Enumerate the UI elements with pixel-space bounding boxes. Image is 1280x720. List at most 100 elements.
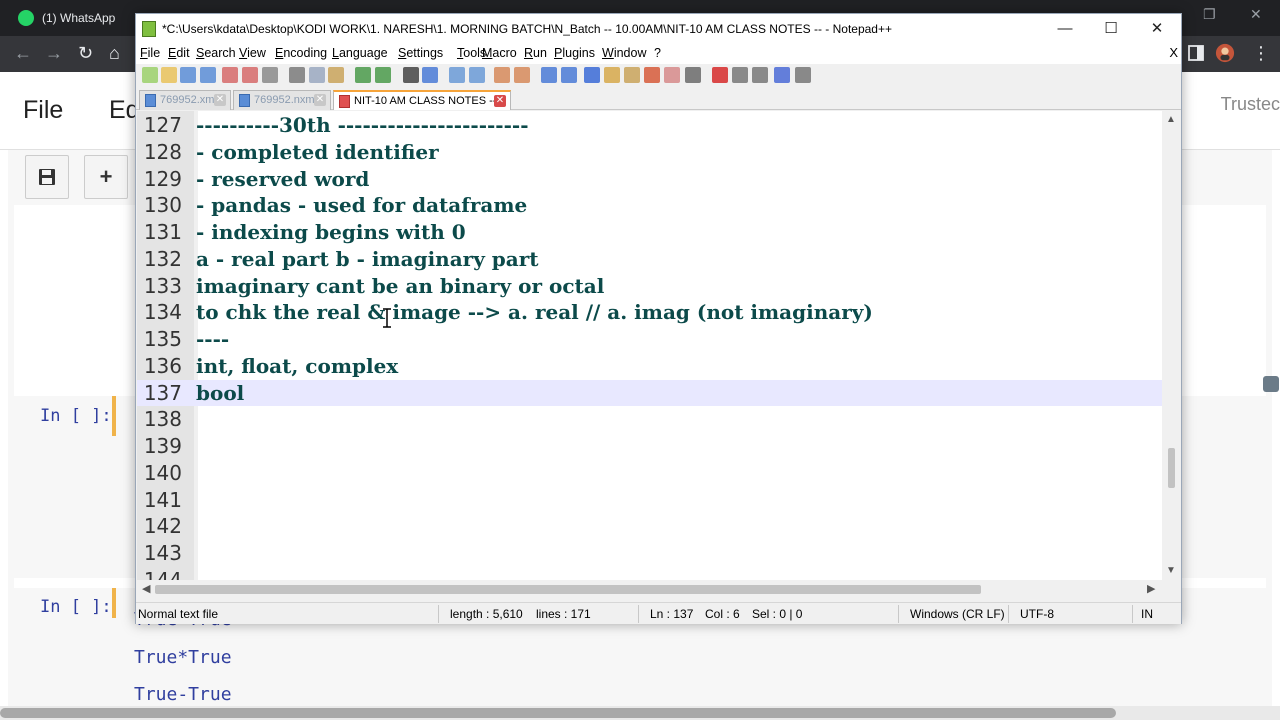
trusted-indicator[interactable]: Trustec bbox=[1221, 94, 1280, 115]
editor-line[interactable]: 143 bbox=[137, 540, 1162, 567]
jupyter-menu-file[interactable]: File bbox=[23, 96, 63, 125]
sidebar-panel-icon[interactable] bbox=[1186, 43, 1206, 63]
menu-search[interactable]: Search bbox=[196, 46, 236, 60]
editor-line[interactable]: 144 bbox=[137, 567, 1162, 580]
menu-settings[interactable]: Settings bbox=[398, 46, 443, 60]
monitoring-icon[interactable] bbox=[685, 67, 701, 83]
copy-icon[interactable] bbox=[309, 67, 325, 83]
editor-line[interactable]: 139 bbox=[137, 433, 1162, 460]
editor-line[interactable]: 130 - pandas - used for dataframe bbox=[137, 192, 1162, 219]
editor-line[interactable]: 135 ---- bbox=[137, 326, 1162, 353]
save-button[interactable] bbox=[25, 155, 69, 199]
menu-macro[interactable]: Macro bbox=[482, 46, 517, 60]
vertical-scrollbar-thumb[interactable] bbox=[1168, 448, 1175, 488]
show-all-chars-icon[interactable] bbox=[561, 67, 577, 83]
print-icon[interactable] bbox=[262, 67, 278, 83]
text-editor[interactable]: 127 ----------30th ----------------------… bbox=[137, 111, 1162, 580]
run-macro-multiple-icon[interactable] bbox=[774, 67, 790, 83]
editor-line[interactable]: 136 int, float, complex bbox=[137, 353, 1162, 380]
browser-restore-icon[interactable]: ❐ bbox=[1203, 6, 1216, 23]
horizontal-scrollbar[interactable]: ◀ ▶ bbox=[137, 580, 1162, 598]
tab-close-icon[interactable]: ✕ bbox=[494, 95, 506, 107]
scroll-up-arrow-icon[interactable]: ▲ bbox=[1166, 114, 1176, 125]
editor-line[interactable]: 133 imaginary cant be an binary or octal bbox=[137, 273, 1162, 300]
maximize-button[interactable]: ☐ bbox=[1088, 18, 1134, 40]
find-icon[interactable] bbox=[403, 67, 419, 83]
horizontal-scrollbar-thumb[interactable] bbox=[155, 585, 981, 594]
reload-icon[interactable]: ↻ bbox=[78, 43, 93, 63]
editor-line[interactable]: 127 ----------30th ----------------------… bbox=[137, 112, 1162, 139]
document-tab[interactable]: 769952.xml ✕ bbox=[139, 90, 231, 110]
function-list-icon[interactable] bbox=[644, 67, 660, 83]
cut-icon[interactable] bbox=[289, 67, 305, 83]
record-macro-icon[interactable] bbox=[712, 67, 728, 83]
saved-file-icon bbox=[145, 94, 156, 107]
browser-menu-icon[interactable]: ⋮ bbox=[1252, 43, 1270, 63]
line-number: 140 bbox=[143, 460, 182, 485]
sync-horizontal-icon[interactable] bbox=[514, 67, 530, 83]
current-editor-line[interactable]: 137 bool bbox=[137, 379, 1162, 407]
editor-line[interactable]: 131 - indexing begins with 0 bbox=[137, 219, 1162, 246]
save-icon[interactable] bbox=[180, 67, 196, 83]
redo-icon[interactable] bbox=[375, 67, 391, 83]
folder-workspace-icon[interactable] bbox=[664, 67, 680, 83]
document-tab-active[interactable]: NIT-10 AM CLASS NOTES -- ✕ bbox=[333, 90, 511, 110]
zoom-in-icon[interactable] bbox=[449, 67, 465, 83]
word-wrap-icon[interactable] bbox=[541, 67, 557, 83]
menu-plugins[interactable]: Plugins bbox=[554, 46, 595, 60]
menu-file[interactable]: File bbox=[140, 46, 160, 60]
replace-icon[interactable] bbox=[422, 67, 438, 83]
profile-avatar-icon[interactable] bbox=[1215, 43, 1235, 63]
menu-window[interactable]: Window bbox=[602, 46, 646, 60]
document-map-icon[interactable] bbox=[624, 67, 640, 83]
save-all-icon[interactable] bbox=[200, 67, 216, 83]
close-document-button[interactable]: X bbox=[1169, 45, 1178, 60]
editor-line[interactable]: 141 bbox=[137, 487, 1162, 514]
add-cell-button[interactable]: + bbox=[84, 155, 128, 199]
forward-arrow-icon[interactable]: → bbox=[45, 43, 63, 63]
editor-line[interactable]: 140 bbox=[137, 460, 1162, 487]
close-icon[interactable] bbox=[222, 67, 238, 83]
sync-vertical-icon[interactable] bbox=[494, 67, 510, 83]
browser-tab-whatsapp[interactable]: (1) WhatsApp bbox=[18, 8, 115, 28]
document-tab[interactable]: 769952.nxml ✕ bbox=[233, 90, 331, 110]
zoom-out-icon[interactable] bbox=[469, 67, 485, 83]
editor-line[interactable]: 128 - completed identifier bbox=[137, 139, 1162, 166]
line-number: 130 bbox=[143, 193, 182, 218]
editor-line[interactable]: 129 - reserved word bbox=[137, 166, 1162, 193]
editor-line[interactable]: 138 bbox=[137, 406, 1162, 433]
browser-close-icon[interactable]: ✕ bbox=[1250, 6, 1262, 23]
play-macro-icon[interactable] bbox=[752, 67, 768, 83]
tab-close-icon[interactable]: ✕ bbox=[314, 94, 326, 106]
back-arrow-icon[interactable]: ← bbox=[14, 43, 32, 63]
editor-line[interactable]: 132 a - real part b - imaginary part bbox=[137, 246, 1162, 273]
page-scrollbar-thumb[interactable] bbox=[1263, 376, 1279, 392]
minimize-button[interactable]: — bbox=[1042, 18, 1088, 40]
page-horizontal-scrollbar-thumb[interactable] bbox=[0, 708, 1116, 718]
save-macro-icon[interactable] bbox=[795, 67, 811, 83]
stop-macro-icon[interactable] bbox=[732, 67, 748, 83]
paste-icon[interactable] bbox=[328, 67, 344, 83]
indent-guide-icon[interactable] bbox=[584, 67, 600, 83]
editor-line[interactable]: 134 to chk the real & image --> a. real /… bbox=[137, 299, 1162, 326]
menu-view[interactable]: View bbox=[239, 46, 266, 60]
close-button[interactable]: ✕ bbox=[1134, 18, 1180, 40]
menu-run[interactable]: Run bbox=[524, 46, 547, 60]
undo-icon[interactable] bbox=[355, 67, 371, 83]
scroll-right-arrow-icon[interactable]: ▶ bbox=[1147, 582, 1155, 595]
scroll-left-arrow-icon[interactable]: ◀ bbox=[142, 582, 150, 595]
open-file-icon[interactable] bbox=[161, 67, 177, 83]
menu-language[interactable]: Language bbox=[332, 46, 388, 60]
menu-edit[interactable]: Edit bbox=[168, 46, 190, 60]
editor-line[interactable]: 142 bbox=[137, 513, 1162, 540]
scroll-down-arrow-icon[interactable]: ▼ bbox=[1166, 565, 1176, 576]
home-icon[interactable]: ⌂ bbox=[109, 43, 120, 63]
vertical-scrollbar[interactable]: ▲ ▼ bbox=[1162, 111, 1181, 580]
menu-encoding[interactable]: Encoding bbox=[275, 46, 327, 60]
window-titlebar[interactable]: *C:\Users\kdata\Desktop\KODI WORK\1. NAR… bbox=[136, 14, 1181, 44]
new-file-icon[interactable] bbox=[142, 67, 158, 83]
close-all-icon[interactable] bbox=[242, 67, 258, 83]
user-language-icon[interactable] bbox=[604, 67, 620, 83]
tab-close-icon[interactable]: ✕ bbox=[214, 94, 226, 106]
menu-help[interactable]: ? bbox=[654, 46, 661, 60]
